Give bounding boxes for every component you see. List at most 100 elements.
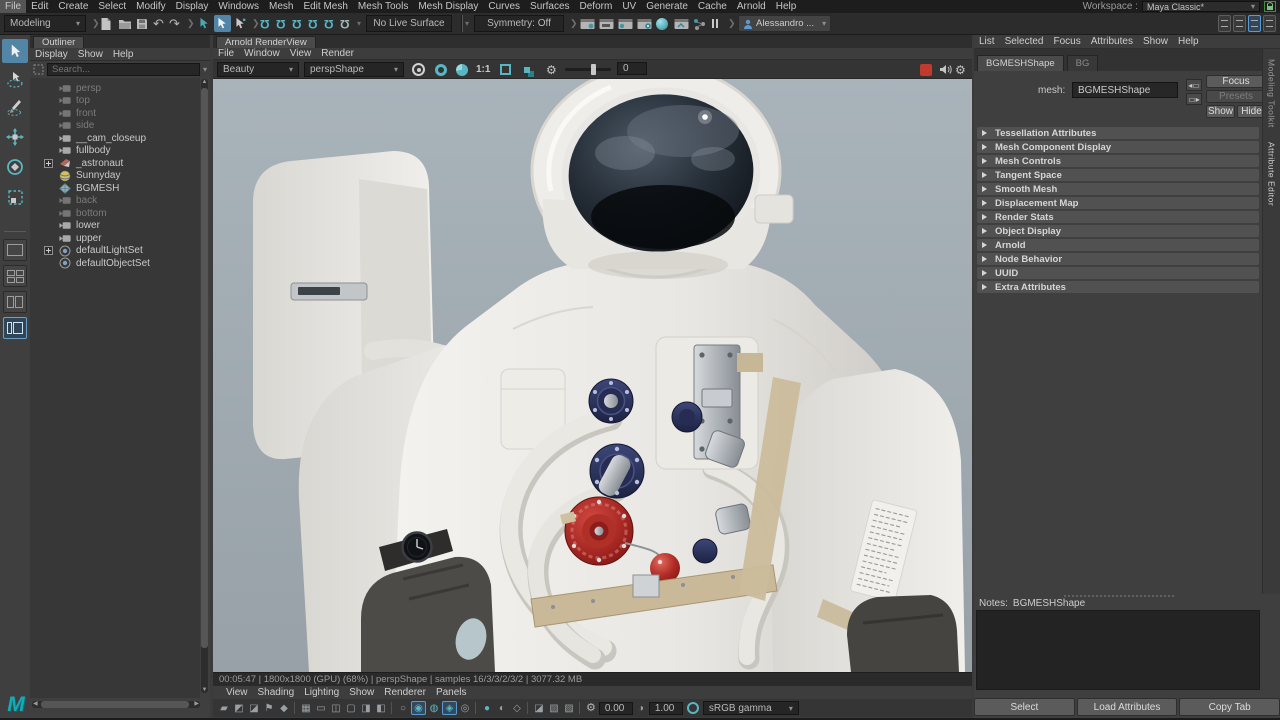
ai-denoise-icon[interactable]: ⚙ [546,62,557,77]
debug-value-field[interactable]: 0 [617,62,647,75]
renderview-tab[interactable]: Arnold RenderView [216,36,316,48]
xray-icon[interactable]: ▧ [547,703,561,714]
menu-surfaces[interactable]: Surfaces [525,0,574,13]
render-settings-icon[interactable] [637,15,652,32]
toggle-tool-settings-icon[interactable] [1263,15,1276,32]
render-camera-dropdown[interactable]: perspShape [304,62,404,77]
menu-edit[interactable]: Edit [26,0,53,13]
outliner-item-bottom[interactable]: bottom [30,207,200,219]
snap-curve-icon[interactable]: Ω [276,15,286,32]
refresh-render-icon[interactable] [456,62,468,77]
rv-menu-render[interactable]: Render [316,48,359,59]
renderview-settings-gear-icon[interactable]: ⚙ [955,62,966,77]
expand-divider[interactable]: ❯ [568,15,580,32]
layout-single-pane-button[interactable] [3,239,27,261]
snapshot-icon[interactable] [524,62,530,77]
select-hierarchy-icon[interactable] [196,15,213,32]
ae-menu-selected[interactable]: Selected [1000,36,1049,47]
vp-menu-show[interactable]: Show [344,687,379,698]
render-frame-icon[interactable] [580,15,595,32]
film-gate-icon[interactable]: ▭ [314,703,328,714]
isolate-select-icon[interactable]: ◪ [532,703,546,714]
section-node-behavior[interactable]: Node Behavior [977,253,1259,265]
snap-view-plane-icon[interactable]: Ω [324,15,334,32]
focus-button[interactable]: Focus [1206,75,1266,88]
bookmark-icon[interactable]: ◩ [232,703,246,714]
toggle-attribute-editor-icon[interactable] [1248,15,1261,32]
layout-two-pane-button[interactable] [3,291,27,313]
outliner-item-front[interactable]: front [30,107,200,119]
outliner-menu-help[interactable]: Help [108,49,139,60]
snap-surface-icon[interactable]: Ω [340,15,350,32]
toggle-outliner-icon[interactable] [1218,15,1231,32]
open-scene-icon[interactable] [118,15,132,32]
mesh-name-input[interactable] [1072,82,1178,98]
presets-button[interactable]: Presets [1206,90,1266,103]
expand-divider[interactable]: ❯ [726,15,738,32]
exposure-field[interactable]: 0.00 [599,702,633,715]
outliner-item-sunnyday[interactable]: Sunnyday [30,170,200,182]
shadows-icon[interactable]: ◇ [510,703,524,714]
filter-icon[interactable] [33,64,44,75]
section-arnold[interactable]: Arnold [977,239,1259,251]
menu-file[interactable]: File [0,0,26,13]
new-scene-icon[interactable] [100,15,112,32]
aov-dropdown[interactable]: Beauty [217,62,299,77]
sidetab-attribute-editor[interactable]: Attribute Editor [1267,142,1277,206]
move-tool-icon[interactable] [2,125,28,149]
snap-point-icon[interactable]: Ω [292,15,302,32]
menu-create[interactable]: Create [53,0,93,13]
menu-curves[interactable]: Curves [483,0,525,13]
previous-node-icon[interactable]: ◂▭ [1186,79,1202,91]
rv-menu-view[interactable]: View [285,48,317,59]
hypershade-icon[interactable] [656,15,668,32]
outliner-search-input[interactable] [47,63,200,76]
outliner-horizontal-scrollbar[interactable]: ◀ ▶ [32,701,200,708]
menu-mesh-display[interactable]: Mesh Display [413,0,483,13]
menu-generate[interactable]: Generate [641,0,693,13]
ae-menu-focus[interactable]: Focus [1048,36,1085,47]
symmetry-options-arrow[interactable]: ▾ [463,15,471,32]
pause-viewport-icon[interactable] [711,15,719,32]
snap-projected-center-icon[interactable]: Ω [308,15,318,32]
menu-help[interactable]: Help [771,0,802,13]
expand-toggle[interactable] [44,159,53,168]
expand-toggle[interactable] [44,246,53,255]
menu-arnold[interactable]: Arnold [732,0,771,13]
section-mesh-component-display[interactable]: Mesh Component Display [977,141,1259,153]
debug-slider[interactable] [565,62,611,77]
workspace-dropdown[interactable]: Maya Classic* [1142,1,1260,12]
select-tool-icon[interactable] [2,39,28,63]
shaded-mode-icon[interactable]: ◉ [411,701,426,715]
material-mode-icon[interactable]: ◈ [442,701,457,715]
layout-four-pane-button[interactable] [3,265,27,287]
resolution-gate-icon[interactable]: ◫ [329,703,343,714]
vp-menu-view[interactable]: View [221,687,253,698]
wireframe-on-shaded-icon[interactable]: ◎ [458,703,472,714]
scrollbar-thumb[interactable] [41,701,189,708]
menu-modify[interactable]: Modify [131,0,170,13]
menu-windows[interactable]: Windows [213,0,264,13]
gamma-field[interactable]: 1.00 [649,702,683,715]
node-editor-icon[interactable] [693,15,706,32]
outliner-menu-show[interactable]: Show [73,49,108,60]
copy-tab-button[interactable]: Copy Tab [1179,698,1280,716]
section-extra-attributes[interactable]: Extra Attributes [977,281,1259,293]
section-object-display[interactable]: Object Display [977,225,1259,237]
menu-uv[interactable]: UV [617,0,641,13]
menu-mesh-tools[interactable]: Mesh Tools [353,0,413,13]
live-surface-field[interactable]: No Live Surface [366,15,452,32]
expand-divider[interactable]: ❯ [185,15,197,32]
ae-menu-list[interactable]: List [974,36,1000,47]
snap-options-arrow[interactable]: ▾ [355,15,363,32]
outliner-item-cam-closeup[interactable]: __cam_closeup [30,132,200,144]
ae-menu-attributes[interactable]: Attributes [1086,36,1138,47]
view-transform-dropdown[interactable]: sRGB gamma [703,701,799,715]
outliner-item-back[interactable]: back [30,195,200,207]
rv-menu-file[interactable]: File [213,48,239,59]
gate-mask-icon[interactable]: ▢ [344,703,358,714]
outliner-item-side[interactable]: side [30,120,200,132]
outliner-item-lower[interactable]: lower [30,220,200,232]
camera-icon[interactable]: ▰ [217,703,231,714]
vp-menu-shading[interactable]: Shading [253,687,300,698]
